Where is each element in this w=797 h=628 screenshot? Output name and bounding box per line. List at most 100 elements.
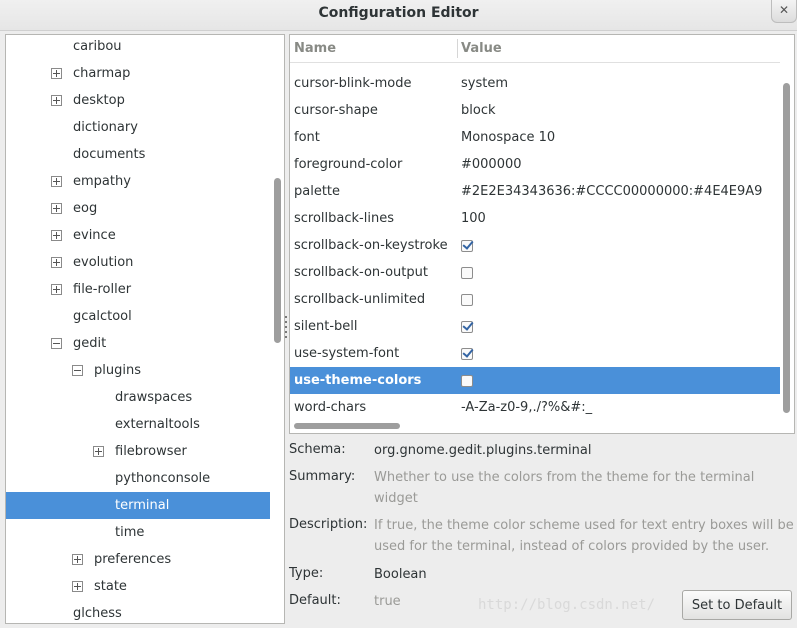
key-list[interactable]: Name Value cursor-blink-mode system cursor… — [289, 34, 795, 434]
key-row-scrollback-on-keystroke[interactable]: scrollback-on-keystroke — [290, 232, 780, 259]
expand-icon[interactable] — [72, 581, 83, 592]
key-row-cursor-shape[interactable]: cursor-shape block — [290, 97, 780, 124]
collapse-icon[interactable] — [72, 365, 83, 376]
tree-item-eog[interactable]: eog — [6, 195, 270, 222]
tree-item-label: eog — [73, 201, 98, 216]
key-row-cursor-blink-mode[interactable]: cursor-blink-mode system — [290, 70, 780, 97]
tree-item-evince[interactable]: evince — [6, 222, 270, 249]
watermark: http://blog.csdn.net/ — [478, 597, 656, 613]
value-checkbox[interactable] — [461, 321, 473, 333]
value-checkbox[interactable] — [461, 267, 473, 279]
tree-item-dictionary[interactable]: dictionary — [6, 114, 270, 141]
tree-item-file-roller[interactable]: file-roller — [6, 276, 270, 303]
expand-icon[interactable] — [72, 554, 83, 565]
tree-item-state[interactable]: state — [6, 573, 270, 600]
type-label: Type: — [289, 566, 324, 581]
tree-item-charmap[interactable]: charmap — [6, 60, 270, 87]
key-name: cursor-blink-mode — [294, 76, 412, 91]
key-row-use-system-font[interactable]: use-system-font — [290, 340, 780, 367]
schema-tree[interactable]: caribou charmap desktop dictionary documents… — [5, 34, 285, 624]
column-header-value[interactable]: Value — [461, 35, 502, 62]
tree-item-label: gcalctool — [73, 309, 132, 324]
type-value: Boolean — [374, 567, 427, 582]
default-label: Default: — [289, 593, 341, 608]
value-checkbox[interactable] — [461, 294, 473, 306]
tree-item-time[interactable]: time — [6, 519, 270, 546]
tree-item-label: empathy — [73, 174, 131, 189]
tree-item-label: plugins — [94, 363, 141, 378]
tree-item-preferences[interactable]: preferences — [6, 546, 270, 573]
tree-item-label: externaltools — [115, 417, 200, 432]
tree-item-label: terminal — [115, 498, 170, 513]
schema-label: Schema: — [289, 442, 346, 457]
key-value[interactable]: block — [461, 97, 496, 124]
tree-item-label: charmap — [73, 66, 131, 81]
collapse-icon[interactable] — [51, 338, 62, 349]
summary-label: Summary: — [289, 469, 356, 484]
expand-icon[interactable] — [51, 203, 62, 214]
list-horizontal-scrollbar[interactable] — [290, 421, 780, 431]
list-horizontal-scrollbar-thumb[interactable] — [294, 423, 400, 429]
key-row-word-chars[interactable]: word-chars -A-Za-z0-9,./?%&#:_ — [290, 394, 780, 421]
key-row-foreground-color[interactable]: foreground-color #000000 — [290, 151, 780, 178]
key-value[interactable]: #000000 — [461, 151, 522, 178]
key-value[interactable]: #2E2E34343636:#CCCC00000000:#4E4E9A9 — [461, 178, 762, 205]
tree-item-desktop[interactable]: desktop — [6, 87, 270, 114]
pane-resize-handle[interactable] — [285, 313, 288, 343]
tree-scrollbar[interactable] — [273, 35, 283, 623]
column-header-name[interactable]: Name — [294, 35, 336, 62]
value-checkbox[interactable] — [461, 240, 473, 252]
description-value: If true, the theme color scheme used for… — [374, 518, 794, 554]
key-value[interactable]: system — [461, 70, 508, 97]
key-row-use-theme-colors[interactable]: use-theme-colors — [290, 367, 780, 394]
key-name: palette — [294, 184, 341, 199]
tree-item-terminal[interactable]: terminal — [6, 492, 270, 519]
expand-icon[interactable] — [51, 176, 62, 187]
tree-item-label: dictionary — [73, 120, 138, 135]
expand-icon[interactable] — [51, 68, 62, 79]
tree-item-label: file-roller — [73, 282, 132, 297]
tree-item-gedit[interactable]: gedit — [6, 330, 270, 357]
list-vertical-scrollbar[interactable] — [782, 35, 792, 433]
key-value[interactable]: 100 — [461, 205, 486, 232]
key-row-silent-bell[interactable]: silent-bell — [290, 313, 780, 340]
tree-item-label: evolution — [73, 255, 134, 270]
key-value[interactable]: -A-Za-z0-9,./?%&#:_ — [461, 394, 592, 421]
key-name: scrollback-on-output — [294, 265, 428, 280]
expand-icon[interactable] — [51, 95, 62, 106]
tree-item-evolution[interactable]: evolution — [6, 249, 270, 276]
tree-scrollbar-thumb[interactable] — [274, 178, 281, 343]
tree-item-label: filebrowser — [115, 444, 187, 459]
key-row-font[interactable]: font Monospace 10 — [290, 124, 780, 151]
expand-icon[interactable] — [51, 230, 62, 241]
tree-item-label: time — [115, 525, 145, 540]
tree-item-documents[interactable]: documents — [6, 141, 270, 168]
tree-item-drawspaces[interactable]: drawspaces — [6, 384, 270, 411]
key-row-palette[interactable]: palette #2E2E34343636:#CCCC00000000:#4E4E… — [290, 178, 780, 205]
key-value[interactable]: Monospace 10 — [461, 124, 555, 151]
tree-item-empathy[interactable]: empathy — [6, 168, 270, 195]
title-bar: Configuration Editor ✕ — [0, 0, 797, 31]
tree-item-label: desktop — [73, 93, 125, 108]
list-vertical-scrollbar-thumb[interactable] — [783, 83, 790, 413]
tree-item-label: preferences — [94, 552, 172, 567]
tree-item-gcalctool[interactable]: gcalctool — [6, 303, 270, 330]
tree-item-externaltools[interactable]: externaltools — [6, 411, 270, 438]
tree-item-pythonconsole[interactable]: pythonconsole — [6, 465, 270, 492]
expand-icon[interactable] — [51, 257, 62, 268]
value-checkbox[interactable] — [461, 348, 473, 360]
value-checkbox[interactable] — [461, 375, 473, 387]
set-to-default-button[interactable]: Set to Default — [682, 590, 792, 620]
tree-item-plugins[interactable]: plugins — [6, 357, 270, 384]
key-row-scrollback-on-output[interactable]: scrollback-on-output — [290, 259, 780, 286]
tree-item-filebrowser[interactable]: filebrowser — [6, 438, 270, 465]
expand-icon[interactable] — [93, 446, 104, 457]
tree-item-caribou[interactable]: caribou — [6, 35, 270, 60]
expand-icon[interactable] — [51, 284, 62, 295]
key-name: scrollback-unlimited — [294, 292, 426, 307]
key-row-scrollback-unlimited[interactable]: scrollback-unlimited — [290, 286, 780, 313]
tree-item-glchess[interactable]: glchess — [6, 600, 270, 623]
close-icon[interactable]: ✕ — [771, 0, 797, 23]
key-row-scrollback-lines[interactable]: scrollback-lines 100 — [290, 205, 780, 232]
window-title: Configuration Editor — [318, 5, 479, 21]
